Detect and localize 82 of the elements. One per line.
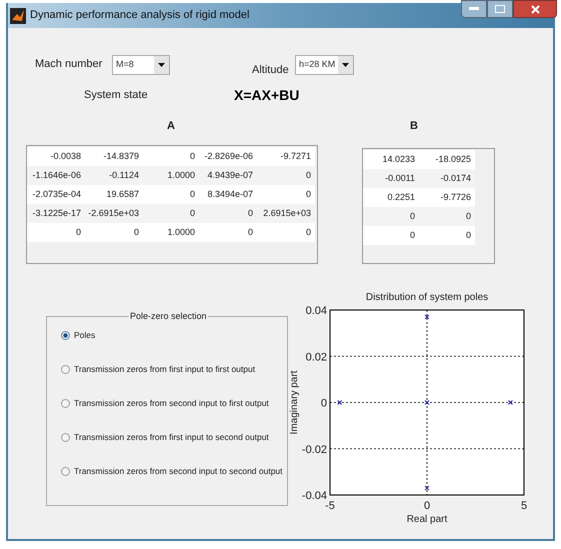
radio-label[interactable]: Transmission zeros from second input to second output (74, 464, 283, 478)
group-title: Pole-zero selection (129, 310, 208, 322)
table-cell-text: 2.6915e+03 (262, 207, 312, 220)
table-cell-text: 0 (246, 207, 254, 220)
minimize-button[interactable] (461, 0, 487, 18)
radio-label[interactable]: Transmission zeros from second input to first output (74, 396, 269, 410)
pole-marker (424, 314, 430, 320)
x-tick-label: 5 (520, 500, 528, 512)
chart-title: Distribution of system poles (366, 292, 488, 303)
maximize-icon (495, 5, 505, 13)
pole-marker (424, 486, 430, 491)
table-cell-text: -2.6915e+03 (87, 207, 140, 220)
mach-dropdown[interactable]: M=8 (112, 55, 170, 75)
table-cell-text: 0 (408, 229, 416, 242)
table-cell-text: -18.0925 (434, 153, 472, 166)
table-cell-text: -0.0174 (439, 172, 472, 185)
app-icon (10, 8, 26, 24)
x-tick-label: -5 (325, 500, 335, 512)
y-tick-label: 0 (320, 398, 327, 410)
table-cell-text: -0.1124 (108, 169, 140, 182)
y-tick-label: 0.04 (306, 305, 327, 317)
radio-button[interactable] (61, 466, 70, 476)
radio-label[interactable]: Transmission zeros from first input to second output (74, 430, 269, 444)
window-title: Dynamic performance analysis of rigid model (30, 8, 250, 24)
table-cell-text: 14.0233 (381, 153, 416, 166)
pole-marker (424, 400, 430, 405)
radio-button[interactable] (61, 364, 70, 374)
close-icon (530, 4, 540, 14)
table-cell-text: -9.7726 (439, 191, 472, 204)
table-cell-text: -14.8379 (102, 150, 140, 163)
radio-button[interactable] (61, 432, 70, 442)
radio-button[interactable] (61, 330, 70, 340)
dropdown-arrow-icon (342, 63, 349, 67)
x-axis-label: Real part (406, 514, 448, 525)
table-cell-text: 8.3494e-07 (206, 188, 254, 201)
y-tick-label: -0.04 (302, 490, 327, 502)
state-equation: X=AX+BU (234, 86, 300, 104)
table-cell-text: 0 (246, 226, 254, 239)
table-cell-text: 0 (188, 207, 196, 220)
table-cell-text: 4.9439e-07 (206, 169, 254, 182)
y-tick-label: 0.02 (306, 351, 327, 364)
radio-label[interactable]: Transmission zeros from first input to first output (74, 362, 256, 376)
table-cell-text: 19.6587 (105, 188, 140, 201)
pole-marker (508, 400, 513, 405)
table-cell-text: -0.0038 (49, 150, 82, 163)
table-cell-text: 0.2251 (386, 191, 416, 204)
altitude-label: Altitude (252, 63, 290, 78)
table-cell-text: 1.0000 (166, 169, 196, 182)
table-cell-text: 0 (74, 226, 82, 239)
radio-button[interactable] (61, 398, 70, 408)
system-state-label: System state (84, 88, 149, 103)
table-cell-text: -9.7271 (279, 150, 312, 163)
maximize-button[interactable] (487, 0, 513, 18)
pole-marker (337, 400, 342, 405)
table-cell-text: -1.1646e-06 (31, 169, 82, 182)
table-cell-text: 0 (304, 169, 312, 182)
radio-label[interactable]: Poles (74, 328, 96, 342)
minimize-icon (469, 7, 479, 11)
x-tick-label: 0 (424, 500, 430, 512)
table-cell-text: 0 (464, 229, 472, 242)
y-tick-label: -0.02 (302, 444, 327, 456)
mach-value: M=8 (115, 58, 135, 72)
matrix-a-title: A (167, 118, 175, 134)
table-cell-text: -0.0011 (384, 172, 416, 185)
table-cell-text: 0 (132, 226, 140, 239)
table-cell-text: -2.0735e-04 (31, 188, 82, 201)
matrix-b-title: B (410, 118, 418, 134)
y-axis-label: Imaginary part (289, 370, 300, 434)
table-cell-text: 0 (304, 226, 312, 239)
table-cell-text: -2.8269e-06 (203, 150, 254, 163)
table-cell-text: 0 (304, 188, 312, 201)
mach-label: Mach number (35, 57, 104, 72)
dropdown-arrow-icon (158, 63, 165, 67)
table-cell-text: 0 (464, 210, 472, 223)
table-cell-text: 0 (188, 150, 196, 163)
table-cell-text: 0 (408, 210, 416, 223)
table-cell-text: 1.0000 (166, 226, 196, 239)
altitude-value: h=28 KM (298, 58, 336, 72)
altitude-dropdown[interactable]: h=28 KM (295, 55, 354, 75)
table-cell-text: 0 (188, 188, 196, 201)
table-cell-text: -3.1225e-17 (31, 207, 82, 220)
close-button[interactable] (513, 0, 557, 18)
